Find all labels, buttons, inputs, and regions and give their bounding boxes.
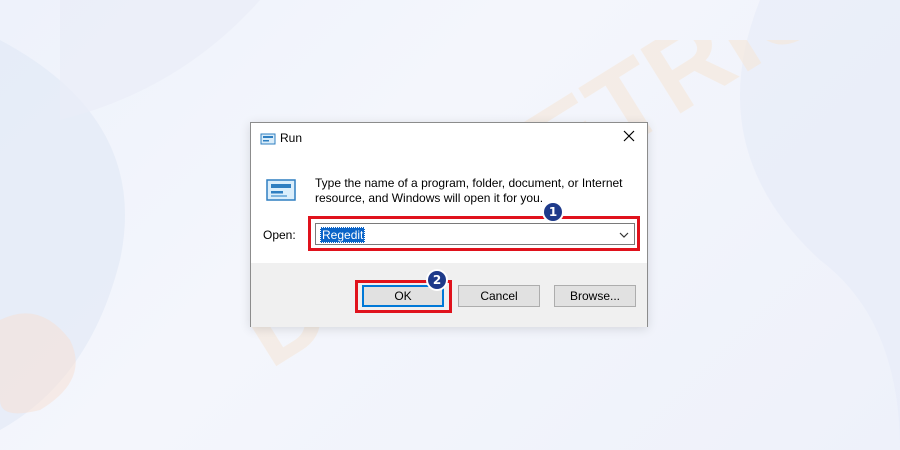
open-combobox[interactable]: Regedit <box>315 223 635 245</box>
run-icon <box>260 132 276 145</box>
run-icon <box>265 178 297 202</box>
step-badge-2-number: 2 <box>428 271 446 289</box>
title-bar: Run <box>251 123 647 153</box>
browse-button[interactable]: Browse... <box>554 285 636 307</box>
step-badge-2: 2 <box>426 269 448 291</box>
step-badge-1-number: 1 <box>544 203 562 221</box>
button-footer: OK Cancel Browse... <box>251 263 647 327</box>
chevron-down-icon[interactable] <box>618 228 630 240</box>
step-badge-1: 1 <box>542 201 564 223</box>
open-input-value[interactable]: Regedit <box>320 227 366 243</box>
window-title: Run <box>280 131 303 145</box>
close-icon <box>623 129 635 147</box>
run-dialog: Run Type the name of a program, folder, … <box>250 122 648 327</box>
open-label: Open: <box>263 228 296 242</box>
close-button[interactable] <box>611 123 647 153</box>
description-text: Type the name of a program, folder, docu… <box>315 176 623 205</box>
cancel-button[interactable]: Cancel <box>458 285 540 307</box>
